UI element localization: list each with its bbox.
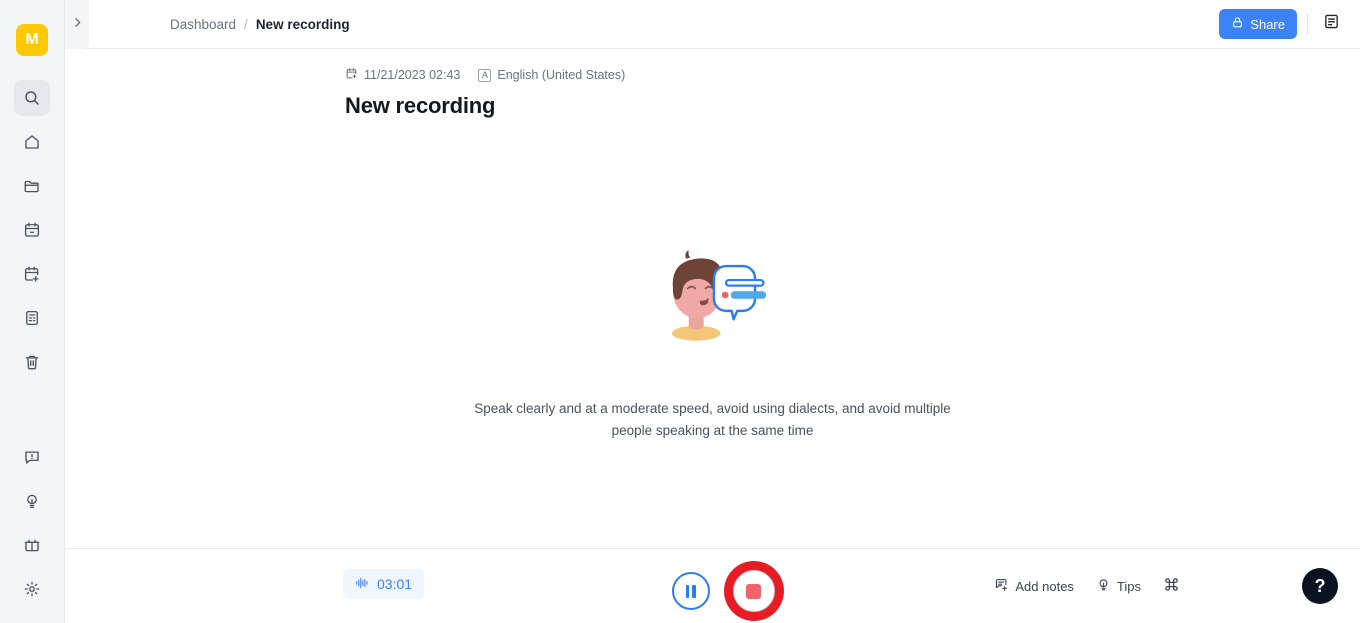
breadcrumb: Dashboard / New recording bbox=[170, 17, 350, 32]
recording-date-text: 11/21/2023 02:43 bbox=[364, 68, 461, 82]
shortcuts-button[interactable] bbox=[1163, 576, 1180, 596]
notes-panel-button[interactable] bbox=[1318, 11, 1344, 37]
pause-button[interactable] bbox=[671, 572, 710, 610]
share-button[interactable]: Share bbox=[1219, 9, 1297, 39]
breadcrumb-current: New recording bbox=[255, 16, 350, 32]
stop-button[interactable] bbox=[723, 561, 784, 621]
recording-hint: Speak clearly and at a moderate speed, a… bbox=[474, 401, 951, 438]
recording-language: A English (United States) bbox=[478, 68, 625, 82]
sidebar-expand-toggle[interactable] bbox=[65, 0, 89, 49]
language-a-icon: A bbox=[478, 68, 492, 82]
stop-square-icon bbox=[746, 583, 761, 599]
recording-toolbar: 03:01 Add notes Tips ? bbox=[65, 548, 1360, 623]
gift-icon bbox=[23, 536, 41, 554]
notes-panel-icon bbox=[1323, 13, 1340, 35]
main-area: Dashboard / New recording Share 11/21/20… bbox=[65, 0, 1360, 623]
recording-language-text: English (United States) bbox=[497, 68, 626, 82]
tips-label: Tips bbox=[1116, 578, 1141, 594]
document-list-icon bbox=[23, 309, 41, 327]
recording-meta: 11/21/2023 02:43 A English (United State… bbox=[345, 67, 1360, 83]
topbar: Dashboard / New recording Share bbox=[65, 0, 1360, 49]
topbar-actions: Share bbox=[1219, 9, 1344, 39]
person-speaking-illustration bbox=[657, 239, 769, 356]
home-icon bbox=[23, 133, 41, 151]
toolbar-right-actions: Add notes Tips bbox=[994, 576, 1180, 596]
sidebar: M bbox=[0, 0, 65, 623]
app-logo[interactable]: M bbox=[16, 24, 48, 56]
breadcrumb-separator: / bbox=[244, 16, 248, 32]
breadcrumb-dashboard[interactable]: Dashboard bbox=[170, 17, 236, 32]
sidebar-item-new-event[interactable] bbox=[14, 256, 50, 292]
calendar-icon bbox=[23, 221, 41, 239]
recording-date: 11/21/2023 02:43 bbox=[345, 67, 460, 83]
pause-icon bbox=[685, 584, 696, 598]
stop-button-inner bbox=[732, 570, 775, 612]
sidebar-item-settings[interactable] bbox=[14, 571, 50, 607]
sidebar-item-tips[interactable] bbox=[14, 483, 50, 519]
app-root: M Dashboard / New recording Share 11/21/… bbox=[0, 0, 1360, 623]
message-alert-icon bbox=[23, 448, 41, 466]
sidebar-item-calendar[interactable] bbox=[14, 212, 50, 248]
recording-content: 11/21/2023 02:43 A English (United State… bbox=[65, 49, 1360, 548]
sidebar-bottom-group bbox=[14, 439, 50, 623]
sidebar-item-gifts[interactable] bbox=[14, 527, 50, 563]
command-key-icon bbox=[1163, 576, 1180, 596]
lock-icon bbox=[1231, 16, 1244, 32]
sidebar-item-feedback[interactable] bbox=[14, 439, 50, 475]
share-button-label: Share bbox=[1250, 16, 1285, 32]
calendar-plus-icon bbox=[23, 265, 41, 283]
sidebar-item-search[interactable] bbox=[14, 80, 50, 116]
page-title: New recording bbox=[345, 93, 496, 118]
chevron-right-icon bbox=[71, 16, 84, 34]
sidebar-item-trash[interactable] bbox=[14, 344, 50, 380]
search-icon bbox=[23, 89, 41, 107]
trash-icon bbox=[23, 353, 41, 371]
topbar-divider bbox=[1307, 14, 1308, 34]
question-mark-icon: ? bbox=[1314, 575, 1326, 596]
gear-icon bbox=[23, 580, 41, 598]
note-plus-icon bbox=[994, 577, 1009, 595]
sidebar-top-group: M bbox=[14, 0, 50, 388]
lightbulb-icon bbox=[23, 492, 41, 510]
add-notes-label: Add notes bbox=[1015, 578, 1074, 594]
help-button[interactable]: ? bbox=[1302, 568, 1338, 604]
illustration-block: Speak clearly and at a moderate speed, a… bbox=[65, 239, 1360, 442]
sidebar-item-notes[interactable] bbox=[14, 300, 50, 336]
sidebar-item-folders[interactable] bbox=[14, 168, 50, 204]
add-notes-button[interactable]: Add notes bbox=[994, 577, 1074, 595]
folder-icon bbox=[23, 177, 41, 195]
calendar-icon bbox=[345, 67, 358, 83]
sidebar-item-home[interactable] bbox=[14, 124, 50, 160]
lightbulb-icon bbox=[1096, 577, 1111, 595]
tips-button[interactable]: Tips bbox=[1096, 577, 1141, 595]
